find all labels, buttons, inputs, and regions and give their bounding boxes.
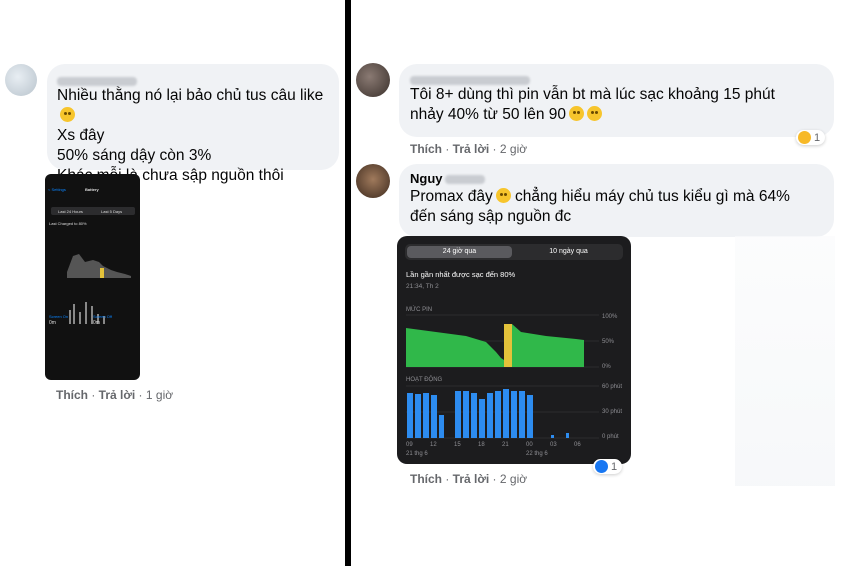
like-link[interactable]: Thích xyxy=(410,472,442,486)
divider-bar xyxy=(345,0,351,566)
like-link[interactable]: Thích xyxy=(56,388,88,402)
comment-line: Nhiều thằng nó lại bảo chủ tus câu like xyxy=(57,86,329,126)
tab-last-5-days: Last 5 Days xyxy=(101,209,123,214)
screen-on-label: Screen On xyxy=(49,314,69,319)
screen-off-label: Screen Off xyxy=(93,314,113,319)
comment-actions: Thích · Trả lời · 2 giờ xyxy=(410,472,528,486)
attached-screenshot[interactable]: < Settings Battery Last 24 Hours Last 5 … xyxy=(45,174,140,380)
comment-line: nhảy 40% từ 50 lên 90 xyxy=(410,105,823,125)
timestamp[interactable]: 2 giờ xyxy=(500,142,527,156)
x-tick: 21 xyxy=(502,442,509,448)
reaction-count[interactable]: 1 xyxy=(796,130,826,145)
avatar[interactable] xyxy=(5,64,37,96)
reply-link[interactable]: Trả lời xyxy=(99,388,136,402)
last-charged-text: Lần gần nhất được sạc đến 80% xyxy=(406,270,516,279)
laughing-emoji-icon xyxy=(569,106,585,121)
haha-reaction-icon xyxy=(798,131,811,144)
battery-level-chart xyxy=(406,314,599,368)
timestamp[interactable]: 1 giờ xyxy=(146,388,173,402)
comment-line: Tôi 8+ dùng thì pin vẫn bt mà lúc sạc kh… xyxy=(410,86,775,103)
comment-line: Promax đây chẳng hiểu máy chủ tus kiểu g… xyxy=(410,188,790,205)
grimace-emoji-icon xyxy=(495,188,511,203)
timestamp[interactable]: 2 giờ xyxy=(500,472,527,486)
battery-level-title: MỨC PIN xyxy=(406,307,433,313)
like-link[interactable]: Thích xyxy=(410,142,442,156)
background-overlay xyxy=(735,236,835,486)
reply-link[interactable]: Trả lời xyxy=(453,142,490,156)
x-tick: 15 xyxy=(454,442,461,448)
comment-line: 50% sáng dậy còn 3% xyxy=(57,147,212,164)
tab-10-days: 10 ngày qua xyxy=(549,248,588,255)
day-label: 21 thg 6 xyxy=(406,451,428,457)
avatar[interactable] xyxy=(356,63,390,97)
smirk-emoji-icon xyxy=(60,107,75,122)
back-link: < Settings xyxy=(48,187,66,192)
segment-control: Last 24 Hours Last 5 Days xyxy=(51,207,135,215)
comment-actions: Thích · Trả lời · 1 giờ xyxy=(56,388,174,402)
reaction-count[interactable]: 1 xyxy=(593,459,623,474)
like-reaction-icon xyxy=(595,460,608,473)
last-charged-text: Last Charged to 80% xyxy=(49,221,87,226)
activity-chart xyxy=(406,385,599,439)
screen-off-value: 0m xyxy=(93,320,100,326)
level-tick: 50% xyxy=(602,339,615,345)
tab-last-24-hours: Last 24 Hours xyxy=(58,209,83,214)
activity-tick: 30 phút xyxy=(602,409,623,415)
comment-bubble: Nguy Promax đây chẳng hiểu máy chủ tus k… xyxy=(399,164,834,237)
commenter-name[interactable] xyxy=(410,71,823,86)
day-label: 22 thg 6 xyxy=(526,451,548,457)
commenter-name[interactable] xyxy=(57,72,329,87)
screen-on-value: 0m xyxy=(49,320,56,326)
comment-line: đến sáng sập nguồn đc xyxy=(410,208,572,225)
reply-link[interactable]: Trả lời xyxy=(453,472,490,486)
x-tick: 09 xyxy=(406,442,413,448)
avatar[interactable] xyxy=(356,164,390,198)
x-tick: 03 xyxy=(550,442,557,448)
tab-24-hours: 24 giờ qua xyxy=(407,246,512,258)
level-tick: 0% xyxy=(602,364,611,370)
x-tick: 12 xyxy=(430,442,437,448)
x-tick: 00 xyxy=(526,442,533,448)
comment-bubble: Tôi 8+ dùng thì pin vẫn bt mà lúc sạc kh… xyxy=(399,64,834,137)
activity-tick: 60 phút xyxy=(602,384,623,390)
screen-title: Battery xyxy=(85,187,99,192)
level-tick: 100% xyxy=(602,314,618,320)
activity-tick: 0 phút xyxy=(602,434,619,440)
comment-line: Xs đây xyxy=(57,127,105,144)
segment-control: 24 giờ qua 10 ngày qua xyxy=(405,244,623,260)
battery-screenshot[interactable]: 24 giờ qua 10 ngày qua Lần gần nhất được… xyxy=(397,236,631,464)
activity-title: HOẠT ĐỘNG xyxy=(406,377,443,383)
commenter-name[interactable]: Nguy xyxy=(410,171,823,187)
x-tick: 18 xyxy=(478,442,485,448)
x-tick: 06 xyxy=(574,442,581,448)
laughing-emoji-icon xyxy=(587,106,603,121)
comment-bubble: Nhiều thằng nó lại bảo chủ tus câu like … xyxy=(47,64,339,184)
comment-actions: Thích · Trả lời · 2 giờ xyxy=(410,142,528,156)
last-charged-date: 21:34, Th 2 xyxy=(406,283,439,290)
